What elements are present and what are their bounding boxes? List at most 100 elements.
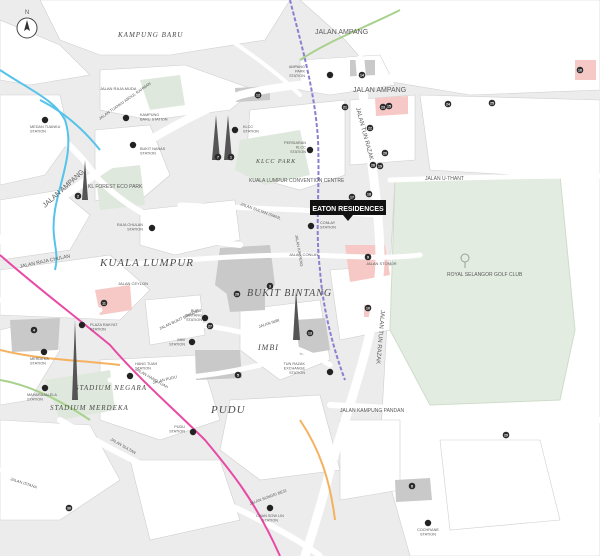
road-jalan-kampung-pandan: JALAN KAMPUNG PANDAN xyxy=(340,408,404,414)
station-label-line: TUN RAZAK xyxy=(283,362,305,366)
location-pin-9[interactable]: 9 xyxy=(364,253,372,261)
location-pin-21[interactable]: 21 xyxy=(341,103,349,111)
location-pin-20[interactable]: 20 xyxy=(381,149,389,157)
location-pin-28[interactable]: 28 xyxy=(233,290,241,298)
location-pin-26[interactable]: 26 xyxy=(369,161,377,169)
pin-number: 20 xyxy=(383,151,387,155)
pin-number: 30 xyxy=(67,506,71,510)
pin-number: 9 xyxy=(367,255,369,259)
location-pin-4[interactable]: 4 xyxy=(30,326,38,334)
pin-number: 24 xyxy=(446,102,450,106)
area-kampung-baru: KAMPUNG BARU xyxy=(117,31,183,39)
road-jalan-ceylon: JALAN CEYLON xyxy=(118,281,148,286)
station-label-line: PARK xyxy=(295,69,306,73)
station-conlay[interactable]: CONLAY STATION xyxy=(307,221,336,230)
pin-number: 28 xyxy=(235,292,239,296)
pin-number: 29 xyxy=(504,433,508,437)
location-pin-5[interactable]: 5 xyxy=(234,371,242,379)
location-pin-23[interactable]: 23 xyxy=(379,103,387,111)
station-label-line: KLCC xyxy=(243,125,253,129)
train-station-icon xyxy=(126,372,134,380)
road-jalan-sungei-besi: JALAN SUNGEI BESI xyxy=(249,488,287,506)
station-label-line: STATION xyxy=(135,366,151,370)
location-pin-7[interactable]: 7 xyxy=(214,153,222,161)
destination-label: EATON RESIDENCES xyxy=(312,206,384,213)
location-pin-1[interactable]: 1 xyxy=(227,153,235,161)
station-label-line: STATION xyxy=(290,150,306,154)
station-label-line: MERDEKA xyxy=(30,357,49,361)
place-royal-selangor-line1: ROYAL SELANGOR GOLF CLUB xyxy=(447,272,523,278)
pin-number: 25 xyxy=(490,101,494,105)
station-label-line: BUKIT NANAS xyxy=(140,147,166,151)
petronas-towers-icon xyxy=(212,115,220,160)
train-station-icon xyxy=(40,348,48,356)
location-pin-15[interactable]: 15 xyxy=(385,102,393,110)
train-station-icon xyxy=(188,338,196,346)
place-convention-centre: KUALA LUMPUR CONVENTION CENTRE xyxy=(249,178,345,184)
area-imbi: IMBI xyxy=(257,343,279,352)
place-kl-forest-line1: KL FOREST ECO PARK xyxy=(88,184,143,190)
station-label-line: STATION xyxy=(169,429,185,433)
location-pin-8[interactable]: 8 xyxy=(408,482,416,490)
pin-number: 7 xyxy=(217,155,219,159)
station-label: RAJA CHULAN STATION xyxy=(117,223,143,231)
location-pin-29[interactable]: 29 xyxy=(502,431,510,439)
station-label-line: HANG TUAH xyxy=(135,362,158,366)
station-label-line: IMBI xyxy=(177,338,185,342)
station-label-line: AMPANG xyxy=(289,65,305,69)
road-jalan-kia-peng: JALAN KIA PENG xyxy=(294,234,305,267)
station-label-line: STATION xyxy=(289,74,305,78)
city-map[interactable]: N KAMPUNG BARU KUALA LUMPUR BUKIT BINTAN… xyxy=(0,0,600,556)
train-station-icon xyxy=(41,384,49,392)
station-label-line: RAJA CHULAN xyxy=(117,223,143,227)
location-pin-22[interactable]: 22 xyxy=(366,124,374,132)
place-kl-forest: KL FOREST ECO PARK xyxy=(88,184,143,190)
location-pin-19[interactable]: 19 xyxy=(376,162,384,170)
pin-number: 18 xyxy=(367,192,371,196)
location-pin-3[interactable]: 3 xyxy=(266,282,274,290)
location-pin-11[interactable]: 11 xyxy=(100,299,108,307)
train-station-icon xyxy=(129,141,137,149)
train-station-icon xyxy=(326,368,334,376)
location-pin-14[interactable]: 14 xyxy=(358,71,366,79)
station-label-line: PLAZA RAKYAT xyxy=(90,323,118,327)
station-label-line: STATION xyxy=(420,532,436,536)
pin-number: 19 xyxy=(378,164,382,168)
train-station-icon xyxy=(424,519,432,527)
station-label-line: BINTANG xyxy=(185,313,202,317)
pin-number: 16 xyxy=(578,68,582,72)
pin-number: 11 xyxy=(102,301,106,305)
pin-number: 10 xyxy=(366,306,370,310)
location-pin-27[interactable]: 27 xyxy=(206,322,214,330)
location-pin-18[interactable]: 18 xyxy=(365,190,373,198)
location-pin-30[interactable]: 30 xyxy=(65,504,73,512)
location-pin-12[interactable]: 12 xyxy=(254,91,262,99)
train-station-icon xyxy=(148,224,156,232)
station-label-line: STATION xyxy=(289,371,305,375)
location-pin-25[interactable]: 25 xyxy=(488,99,496,107)
location-pin-17[interactable]: 17 xyxy=(348,193,356,201)
location-pin-13[interactable]: 13 xyxy=(306,329,314,337)
area-kuala-lumpur: KUALA LUMPUR xyxy=(99,257,194,269)
pin-number: 22 xyxy=(368,126,372,130)
pin-number: 26 xyxy=(371,163,375,167)
location-pin-2[interactable]: 2 xyxy=(74,192,82,200)
station-label: AMPANG PARK STATION xyxy=(289,65,306,78)
location-pin-24[interactable]: 24 xyxy=(444,100,452,108)
station-label-line: EXCHANGE xyxy=(284,366,306,370)
pin-number: 2 xyxy=(77,194,79,198)
road-jalan-raja-muda: JALAN RAJA MUDA xyxy=(100,86,137,91)
train-station-icon xyxy=(78,321,86,329)
station-label-line: BUKIT xyxy=(191,309,203,313)
pin-number: 5 xyxy=(237,373,239,377)
station-label-line: KLCC xyxy=(296,145,306,149)
location-pin-16[interactable]: 16 xyxy=(576,66,584,74)
station-label-line: COCHRANE xyxy=(417,528,439,532)
station-label-line: STATION xyxy=(320,225,336,229)
train-station-icon xyxy=(307,222,315,230)
location-pin-10[interactable]: 10 xyxy=(364,304,372,312)
train-station-icon xyxy=(231,126,239,134)
road-jalan-ampang-mid: JALAN AMPANG xyxy=(353,87,406,94)
station-label: PLAZA RAKYAT STATION xyxy=(90,323,118,331)
train-station-icon xyxy=(201,314,209,322)
